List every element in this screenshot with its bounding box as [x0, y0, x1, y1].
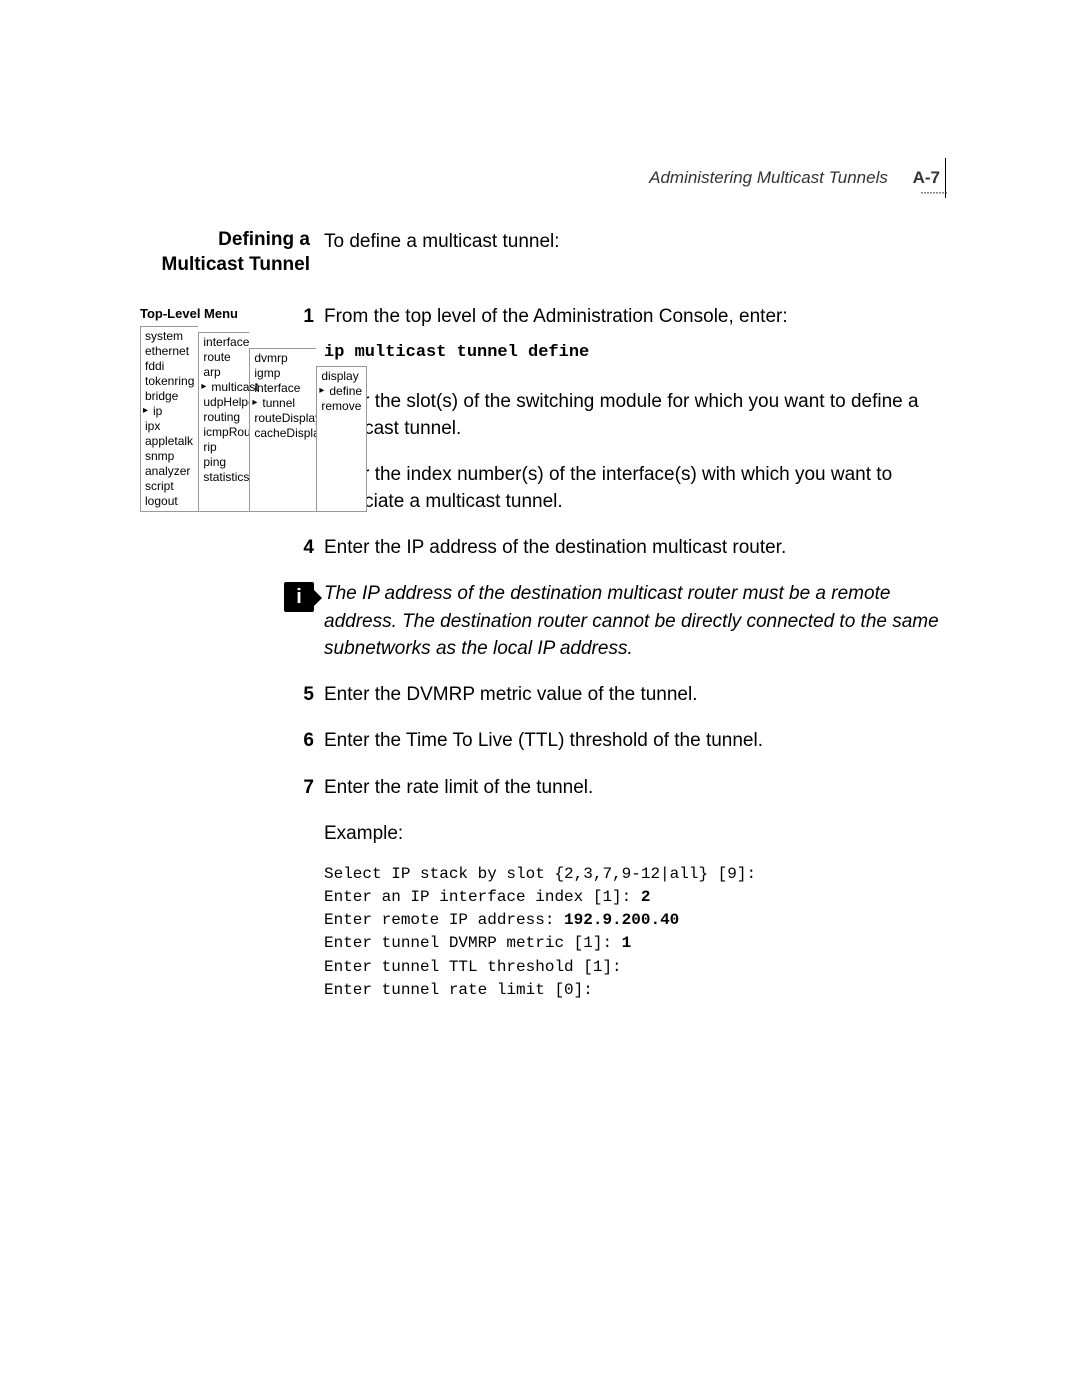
menu-col-2: interfaceroutearpmulticastudpHelperrouti…	[198, 332, 249, 512]
ex-l2a: Enter an IP interface index [1]:	[324, 888, 641, 906]
menu-col-3: dvmrpigmpinterfacetunnelrouteDisplaycach…	[249, 348, 316, 512]
running-head: Administering Multicast Tunnels	[649, 168, 888, 187]
menu-item: fddi	[145, 359, 194, 374]
step-3: 3 Enter the index number(s) of the inter…	[324, 461, 940, 516]
menu-item: script	[145, 479, 194, 494]
step-text: Enter the slot(s) of the switching modul…	[324, 388, 940, 443]
ex-l6: Enter tunnel rate limit [0]:	[324, 981, 593, 999]
menu-item: igmp	[254, 366, 312, 381]
menu-item: ipx	[145, 419, 194, 434]
step-1: 1 From the top level of the Administrati…	[324, 303, 940, 369]
step-text: From the top level of the Administration…	[324, 303, 940, 369]
menu-item: dvmrp	[254, 351, 312, 366]
step-6: 6 Enter the Time To Live (TTL) threshold…	[324, 727, 940, 756]
example-block: Select IP stack by slot {2,3,7,9-12|all}…	[324, 863, 940, 1002]
ex-l4b: 1	[622, 934, 632, 952]
menu-item: routing	[203, 410, 245, 425]
menu-item: analyzer	[145, 464, 194, 479]
step-text: Enter the rate limit of the tunnel.	[324, 774, 940, 802]
step-4: 4 Enter the IP address of the destinatio…	[324, 534, 940, 563]
step-text: Enter the index number(s) of the interfa…	[324, 461, 940, 516]
section-title: Defining a Multicast Tunnel	[140, 228, 324, 277]
menu-item: appletalk	[145, 434, 194, 449]
step-text-span: From the top level of the Administration…	[324, 306, 788, 327]
menu-item: tokenring	[145, 374, 194, 389]
ex-l3a: Enter remote IP address:	[324, 911, 564, 929]
step-num: 4	[290, 534, 314, 563]
menu-item: interface	[254, 381, 312, 396]
menu-columns: systemethernetfdditokenringbridgeipipxap…	[140, 326, 312, 512]
menu-item: route	[203, 350, 245, 365]
menu-item: ip	[145, 404, 194, 419]
menu-item: statistics	[203, 470, 245, 485]
menu-item: interface	[203, 335, 245, 350]
note-row: i The IP address of the destination mult…	[284, 580, 940, 663]
menu-col-1: systemethernetfdditokenringbridgeipipxap…	[140, 326, 198, 512]
menu-col-4: displaydefineremove	[316, 366, 367, 512]
step-num: 5	[290, 681, 314, 710]
menu-item: cacheDisplay	[254, 426, 312, 441]
ex-l5: Enter tunnel TTL threshold [1]:	[324, 958, 622, 976]
section-title-line2: Multicast Tunnel	[162, 254, 310, 275]
menu-item: rip	[203, 440, 245, 455]
step-7: 7 Enter the rate limit of the tunnel.	[324, 774, 940, 803]
menu-item: arp	[203, 365, 245, 380]
info-icon: i	[284, 582, 314, 612]
step-5: 5 Enter the DVMRP metric value of the tu…	[324, 681, 940, 710]
command-text: ip multicast tunnel define	[324, 341, 940, 366]
menu-item: bridge	[145, 389, 194, 404]
step-2: 2 Enter the slot(s) of the switching mod…	[324, 388, 940, 443]
ex-l3b: 192.9.200.40	[564, 911, 679, 929]
page-header: Administering Multicast Tunnels A-7	[0, 168, 1080, 188]
menu-item: system	[145, 329, 194, 344]
steps-col: 1 From the top level of the Administrati…	[324, 285, 940, 1002]
menu-title: Top-Level Menu	[140, 306, 312, 322]
menu-item: remove	[321, 399, 362, 414]
menu-item: define	[321, 384, 362, 399]
step-num: 7	[290, 774, 314, 803]
section-heading-row: Defining a Multicast Tunnel To define a …	[140, 228, 940, 277]
ex-l4a: Enter tunnel DVMRP metric [1]:	[324, 934, 622, 952]
menu-item: routeDisplay	[254, 411, 312, 426]
header-dots: ·········	[920, 185, 947, 199]
menu-item: ping	[203, 455, 245, 470]
step-text: Enter the DVMRP metric value of the tunn…	[324, 681, 940, 709]
ex-l1: Select IP stack by slot {2,3,7,9-12|all}…	[324, 865, 756, 883]
menu-item: tunnel	[254, 396, 312, 411]
menu-item: snmp	[145, 449, 194, 464]
menu-item: ethernet	[145, 344, 194, 359]
section-intro-col: To define a multicast tunnel:	[324, 228, 940, 261]
note-text: The IP address of the destination multic…	[324, 580, 940, 663]
step-text: Enter the IP address of the destination …	[324, 534, 940, 562]
menu-item: logout	[145, 494, 194, 509]
step-num: 6	[290, 727, 314, 756]
menu-item: icmpRouter	[203, 425, 245, 440]
section-title-line1: Defining a	[218, 229, 310, 250]
menu-item: display	[321, 369, 362, 384]
top-level-menu: Top-Level Menu systemethernetfdditokenri…	[140, 306, 312, 512]
document-page: Administering Multicast Tunnels A-7 ····…	[0, 0, 1080, 1397]
section-intro: To define a multicast tunnel:	[324, 228, 940, 257]
menu-item: udpHelper	[203, 395, 245, 410]
menu-item: multicast	[203, 380, 245, 395]
step-text: Enter the Time To Live (TTL) threshold o…	[324, 727, 940, 755]
example-label: Example:	[324, 820, 940, 849]
ex-l2b: 2	[641, 888, 651, 906]
